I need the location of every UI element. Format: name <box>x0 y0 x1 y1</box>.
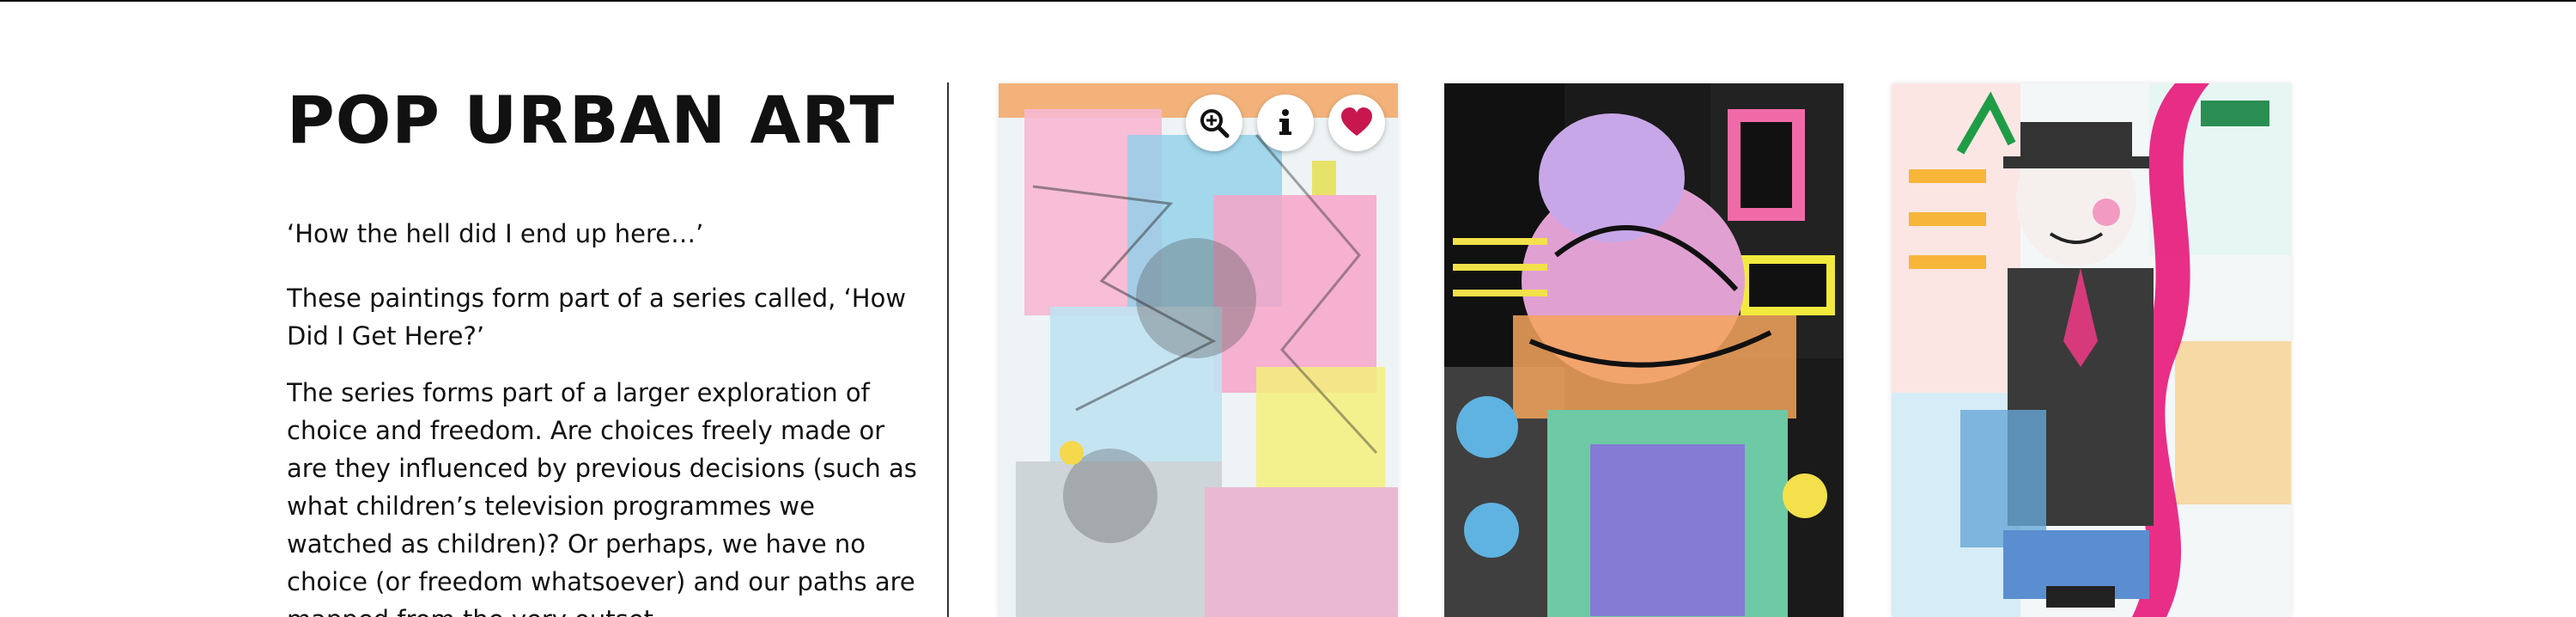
intro-quote: ‘How the hell did I end up here…’ <box>287 219 704 248</box>
info-icon <box>1279 109 1291 135</box>
artwork-actions <box>1186 95 1385 151</box>
artwork-image-1 <box>999 83 1398 617</box>
artwork-card-1[interactable] <box>999 83 1398 617</box>
favorite-button[interactable] <box>1328 95 1385 151</box>
page-title: POP URBAN ART <box>287 82 896 158</box>
artwork-card-2[interactable] <box>1444 83 1844 617</box>
artwork-image-2 <box>1444 83 1844 617</box>
artwork-card-3[interactable] <box>1892 83 2291 617</box>
info-button[interactable] <box>1257 95 1314 151</box>
zoom-button[interactable] <box>1186 95 1242 151</box>
intro-description: The series forms part of a larger explor… <box>287 378 917 617</box>
top-border <box>0 0 2576 2</box>
intro-series-name: These paintings form part of a series ca… <box>287 284 907 351</box>
zoom-in-icon <box>1200 109 1230 138</box>
vertical-divider <box>947 82 949 617</box>
heart-icon <box>1341 107 1372 136</box>
artwork-image-3 <box>1892 83 2291 617</box>
intro-panel: POP URBAN ART ‘How the hell did I end up… <box>287 82 922 617</box>
